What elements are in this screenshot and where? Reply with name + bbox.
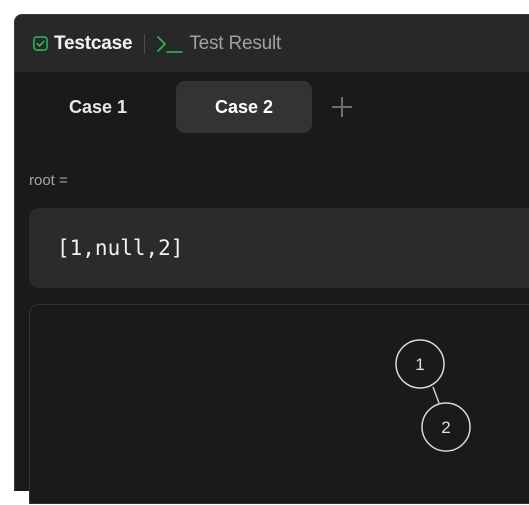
tree-node-1: 1 — [395, 339, 445, 389]
plus-icon[interactable] — [330, 95, 354, 119]
terminal-icon — [157, 35, 184, 53]
tab-testcase[interactable]: Testcase — [33, 15, 133, 72]
case-2-button[interactable]: Case 2 — [176, 81, 312, 133]
tree-edge — [432, 386, 440, 404]
tab-divider — [144, 33, 146, 54]
panel-tab-bar: Testcase Test Result — [15, 15, 529, 72]
tree-node-1-label: 1 — [415, 355, 424, 374]
tree-node-2-label: 2 — [441, 418, 450, 437]
tree-node-2: 2 — [421, 402, 471, 452]
param-label: root = — [29, 172, 68, 189]
tab-testcase-label: Testcase — [54, 32, 133, 54]
tab-test-result[interactable]: Test Result — [155, 15, 281, 72]
tree-svg: 1 2 — [395, 339, 471, 452]
tab-test-result-label: Test Result — [189, 32, 282, 54]
check-square-icon — [33, 36, 48, 51]
tree-visualization: 1 2 — [29, 304, 529, 504]
case-tabs: Case 1 Case 2 — [38, 81, 354, 133]
case-1-button[interactable]: Case 1 — [38, 81, 158, 133]
root-input[interactable]: [1,null,2] — [29, 208, 529, 288]
